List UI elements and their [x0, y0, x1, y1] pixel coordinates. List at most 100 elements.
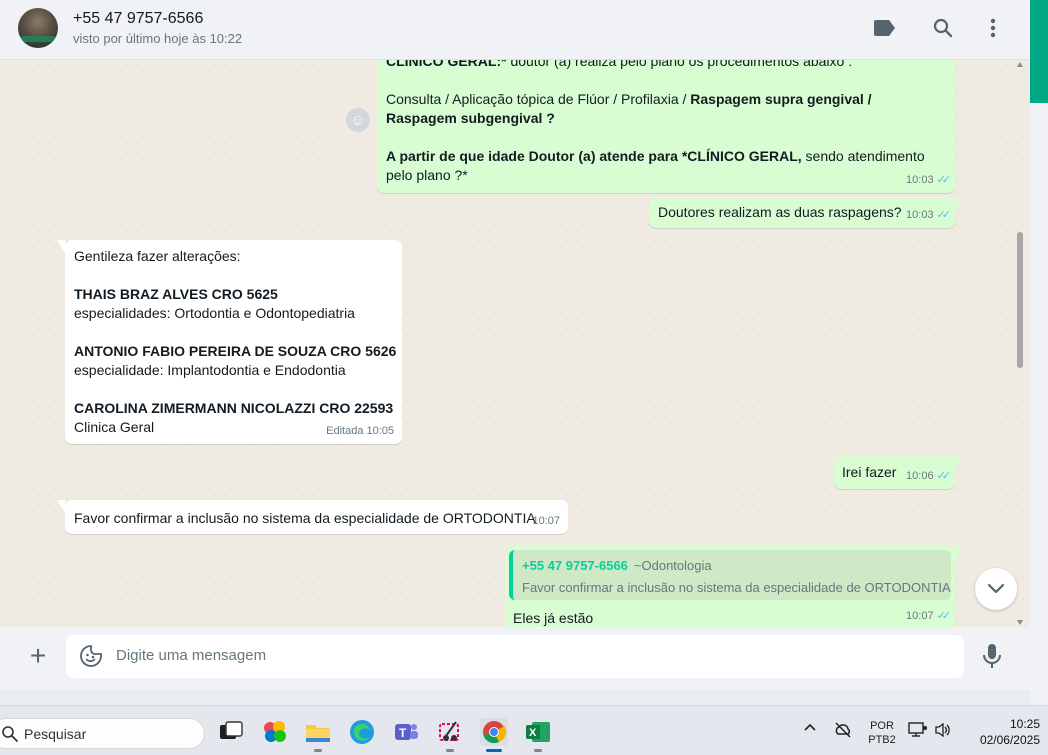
- microphone-icon[interactable]: [980, 642, 1004, 670]
- display-icon[interactable]: [908, 722, 928, 741]
- scroll-down-arrow-icon[interactable]: [1017, 620, 1023, 625]
- search-icon: [1, 725, 19, 743]
- bubble-tail: [57, 240, 65, 253]
- message-time: 10:03: [906, 209, 934, 221]
- accent-strip: [1030, 0, 1048, 103]
- contact-name[interactable]: +55 47 9757-6566: [73, 10, 203, 28]
- chrome-icon[interactable]: [480, 718, 508, 752]
- dentist-name: ANTONIO FABIO PEREIRA DE SOUZA CRO 5626: [74, 343, 397, 359]
- edge-icon[interactable]: [348, 718, 376, 746]
- message-input-box[interactable]: Digite uma mensagem: [66, 635, 964, 678]
- teams-icon[interactable]: T: [392, 718, 420, 746]
- keyboard-layout: PTB2: [868, 734, 896, 746]
- clock-date: 02/06/2025: [979, 733, 1040, 747]
- composer-bar: + Digite uma mensagem: [0, 627, 1030, 690]
- taskbar-search-label: Pesquisar: [24, 726, 87, 742]
- system-clock[interactable]: 10:25 02/06/2025: [960, 716, 1040, 748]
- running-indicator: [446, 749, 454, 752]
- message-input[interactable]: Digite uma mensagem: [116, 647, 266, 664]
- scroll-thumb[interactable]: [1017, 232, 1023, 368]
- message-outgoing[interactable]: Doutores realizam as duas raspagens? 10:…: [649, 197, 963, 228]
- excel-icon[interactable]: X: [524, 718, 552, 752]
- message-list[interactable]: CLÍNICO GERAL:* doutor (a) realiza pelo …: [0, 60, 1030, 627]
- read-ticks-icon: ✓✓: [936, 174, 952, 186]
- message-text: sendo atendimento: [801, 148, 925, 164]
- taskbar-search[interactable]: Pesquisar: [0, 718, 205, 749]
- windows-taskbar: Pesquisar T X POR PTB2 10:25 02/06/2025: [0, 705, 1048, 755]
- bubble-tail: [57, 500, 65, 513]
- dentist-specialty: especialidade: Implantodontia e Endodont…: [74, 362, 346, 378]
- whatsapp-window: +55 47 9757-6566 visto por último hoje à…: [0, 0, 1030, 690]
- message-text: Gentileza fazer alterações:: [74, 248, 241, 264]
- active-indicator: [486, 749, 502, 752]
- svg-text:T: T: [399, 726, 407, 740]
- dentist-specialty: especialidades: Ortodontia e Odontopedia…: [74, 305, 355, 321]
- message-meta: Editada 10:05: [326, 422, 394, 441]
- label-icon[interactable]: [873, 16, 897, 40]
- message-incoming[interactable]: Favor confirmar a inclusão no sistema da…: [57, 500, 568, 534]
- volume-icon[interactable]: [934, 722, 952, 741]
- attach-plus-icon[interactable]: +: [24, 642, 52, 671]
- quoted-message[interactable]: +55 47 9757-6566 ~Odontologia Favor confi…: [509, 550, 951, 600]
- message-text: doutor (a) realiza pelo plano os procedi…: [506, 60, 853, 69]
- show-hidden-icons-icon[interactable]: [803, 722, 817, 735]
- dentist-specialty: Clinica Geral: [74, 419, 155, 435]
- read-ticks-icon: ✓✓: [936, 470, 952, 482]
- message-meta: 10:06 ✓✓: [906, 467, 952, 486]
- scroll-to-bottom-button[interactable]: [975, 568, 1017, 610]
- file-explorer-icon[interactable]: [304, 718, 332, 752]
- read-ticks-icon: ✓✓: [936, 610, 952, 622]
- snipping-tool-icon[interactable]: [436, 718, 464, 752]
- edited-label: Editada: [326, 425, 364, 437]
- quoted-text: Favor confirmar a inclusão no sistema da…: [522, 580, 951, 595]
- message-text: A partir de que idade Doutor (a) atende …: [386, 148, 802, 164]
- chevron-down-icon: [987, 583, 1005, 594]
- read-ticks-icon: ✓✓: [936, 209, 952, 221]
- message-text: Doutores realizam as duas raspagens?: [658, 204, 902, 220]
- dentist-name: CAROLINA ZIMERMANN NICOLAZZI CRO 22593: [74, 400, 394, 416]
- message-text: CLÍNICO GERAL:*: [386, 60, 507, 69]
- message-time: 10:03: [906, 174, 934, 186]
- message-meta: 10:03 ✓✓: [906, 206, 952, 225]
- message-text: Favor confirmar a inclusão no sistema da…: [74, 510, 536, 526]
- clock-time: 10:25: [1009, 717, 1040, 731]
- sticker-icon[interactable]: [80, 645, 102, 667]
- quoted-author: +55 47 9757-6566: [522, 558, 628, 573]
- message-meta: 10:07: [532, 512, 560, 531]
- chat-header: +55 47 9757-6566 visto por último hoje à…: [0, 0, 1030, 60]
- running-indicator: [314, 749, 322, 752]
- svg-text:X: X: [529, 727, 537, 739]
- message-meta: 10:03 ✓✓: [906, 171, 952, 190]
- message-text: Raspagem subgengival ?: [386, 110, 555, 126]
- bubble-tail: [955, 546, 963, 559]
- contact-avatar[interactable]: [18, 8, 58, 48]
- message-incoming[interactable]: Gentileza fazer alterações: THAIS BRAZ A…: [57, 240, 402, 444]
- message-time: 10:06: [906, 470, 934, 482]
- window-edge: [1030, 0, 1048, 705]
- widgets-icon[interactable]: [261, 718, 289, 746]
- message-time: 10:05: [366, 425, 394, 437]
- search-icon[interactable]: [931, 16, 955, 40]
- message-text: Raspagem supra gengival /: [690, 91, 872, 107]
- message-outgoing[interactable]: +55 47 9757-6566 ~Odontologia Favor confi…: [505, 546, 963, 627]
- scroll-up-arrow-icon[interactable]: [1017, 62, 1023, 67]
- bubble-tail: [955, 456, 963, 469]
- task-view-icon[interactable]: [217, 718, 245, 746]
- message-outgoing[interactable]: CLÍNICO GERAL:* doutor (a) realiza pelo …: [377, 60, 955, 193]
- scrollbar[interactable]: [1017, 60, 1027, 627]
- bubble-tail: [955, 197, 963, 210]
- message-text: pelo plano ?*: [386, 167, 468, 183]
- message-outgoing[interactable]: Irei fazer 10:06 ✓✓: [834, 456, 963, 489]
- message-text: Eles já estão: [513, 610, 594, 626]
- message-meta: 10:07 ✓✓: [906, 607, 952, 626]
- contact-last-seen: visto por último hoje às 10:22: [73, 31, 243, 46]
- network-offline-icon[interactable]: [834, 722, 852, 741]
- message-text: Irei fazer: [842, 464, 897, 480]
- message-time: 10:07: [532, 515, 560, 527]
- react-emoji-icon[interactable]: ☺: [346, 108, 370, 132]
- message-time: 10:07: [906, 610, 934, 622]
- language-indicator[interactable]: POR PTB2: [866, 719, 898, 747]
- quoted-push-name: ~Odontologia: [633, 558, 712, 573]
- menu-icon[interactable]: [981, 16, 1005, 40]
- running-indicator: [534, 749, 542, 752]
